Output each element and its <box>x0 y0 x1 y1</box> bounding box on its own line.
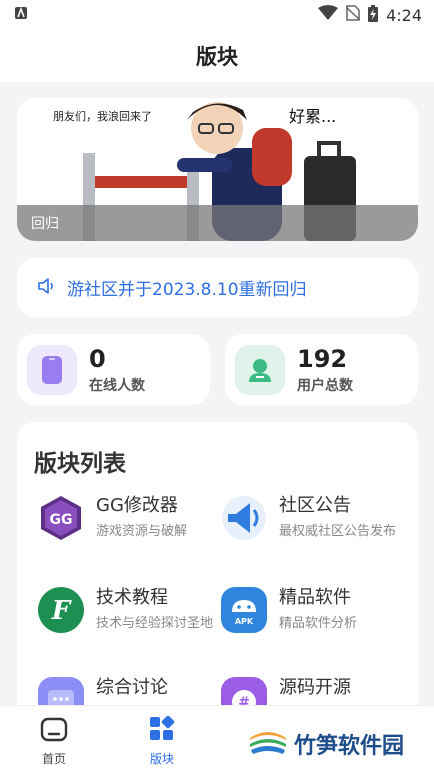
board-list-section: 版块列表 GG GG修改器 游戏资源与破解 社区公告 最权威社区公告发布 F 技… <box>17 422 418 742</box>
board-name: 精品软件 <box>279 587 351 608</box>
tab-boards-label: 版块 <box>149 752 174 766</box>
app-notification-icon <box>14 6 28 24</box>
watermark-text: 竹笋软件园 <box>294 734 405 759</box>
speaker-icon <box>37 277 57 299</box>
watermark: 竹笋软件园 <box>248 722 404 766</box>
svg-text:APK: APK <box>235 617 254 626</box>
wifi-icon <box>318 5 339 25</box>
gg-modifier-icon: GG <box>41 496 81 540</box>
online-phone-icon <box>27 344 77 395</box>
banner-speech-left: 朋友们，我浪回来了 <box>53 110 152 123</box>
megaphone-icon <box>222 496 266 540</box>
total-users-card: 192 用户总数 <box>225 334 418 405</box>
tab-boards[interactable]: 版块 <box>132 715 192 767</box>
section-title: 版块列表 <box>34 451 126 477</box>
online-users-count: 0 <box>89 344 106 373</box>
page-title: 版块 <box>196 45 238 69</box>
board-item-software[interactable]: APK 精品软件 精品软件分析 <box>220 586 410 676</box>
board-item-gg-modifier[interactable]: GG GG修改器 游戏资源与破解 <box>37 494 227 584</box>
board-name: 综合讨论 <box>96 677 168 698</box>
online-users-label: 在线人数 <box>89 377 145 394</box>
apk-android-icon: APK <box>221 587 267 633</box>
board-item-announcements[interactable]: 社区公告 最权威社区公告发布 <box>220 494 410 584</box>
notice-bar[interactable]: 游社区并于2023.8.10重新回归 <box>17 258 418 317</box>
grid-icon <box>148 715 176 746</box>
total-users-label: 用户总数 <box>297 377 353 394</box>
banner-speech-right: 好累... <box>289 107 337 126</box>
status-bar: 4:24 <box>0 0 434 30</box>
board-desc: 游戏资源与破解 <box>96 524 188 539</box>
board-desc: 技术与经验探讨圣地 <box>96 616 214 631</box>
total-users-count: 192 <box>297 344 348 373</box>
banner-caption: 回归 <box>17 205 418 241</box>
app-header: 版块 <box>0 30 434 82</box>
banner-carousel[interactable]: 朋友们，我浪回来了 好累... 回归 <box>17 98 418 241</box>
tab-home-label: 首页 <box>41 752 66 766</box>
tutorial-f-icon: F <box>38 587 84 633</box>
board-name: 社区公告 <box>279 495 351 516</box>
board-name: 技术教程 <box>96 587 168 608</box>
board-desc: 最权威社区公告发布 <box>279 524 397 539</box>
board-name: 源码开源 <box>279 677 351 698</box>
board-item-tutorials[interactable]: F 技术教程 技术与经验探讨圣地 <box>37 586 227 676</box>
online-users-card: 0 在线人数 <box>17 334 210 405</box>
svg-text:GG: GG <box>50 512 73 528</box>
status-time: 4:24 <box>386 5 422 25</box>
watermark-logo-icon <box>248 722 288 766</box>
battery-charging-icon <box>368 4 379 26</box>
board-desc: 精品软件分析 <box>279 616 358 631</box>
svg-text:F: F <box>51 596 72 626</box>
board-name: GG修改器 <box>96 495 178 516</box>
no-sim-icon <box>345 5 361 25</box>
user-icon <box>235 344 285 395</box>
notice-text: 游社区并于2023.8.10重新回归 <box>67 280 307 300</box>
tab-home[interactable]: 首页 <box>24 716 84 767</box>
home-icon <box>40 717 68 746</box>
